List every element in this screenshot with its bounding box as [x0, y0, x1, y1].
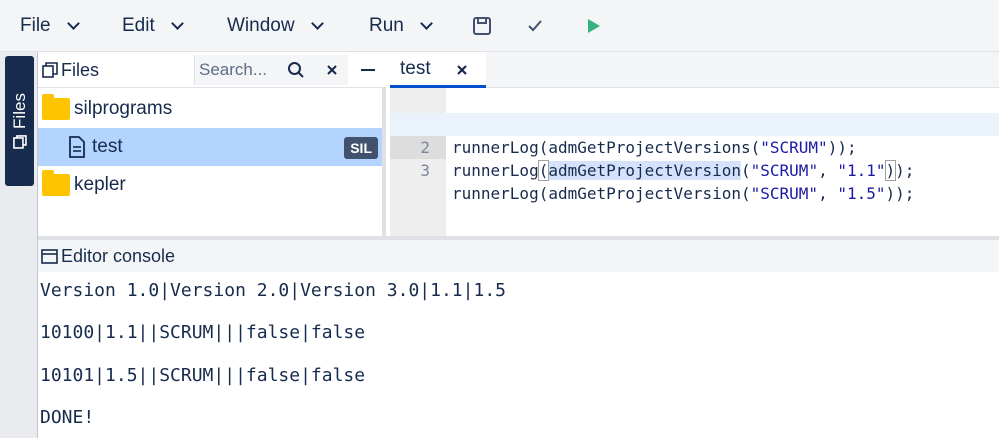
search-input[interactable] [199, 60, 285, 80]
tree-item-label: kepler [74, 174, 126, 195]
code-line-active[interactable]: 2 runnerLog(admGetProjectVersion("SCRUM"… [390, 113, 999, 181]
window-menu[interactable]: Window [227, 0, 324, 52]
clear-search-icon[interactable] [325, 63, 339, 77]
matching-bracket: ) [884, 160, 897, 181]
matching-bracket: ( [537, 160, 550, 181]
file-menu-label: File [20, 15, 51, 36]
code-token: , [818, 161, 838, 180]
console-output-line: DONE! [40, 407, 95, 428]
console-output-line: 10100|1.1||SCRUM|||false|false [40, 322, 366, 343]
file-type-badge: SIL [344, 137, 378, 159]
chevron-down-icon [419, 16, 433, 30]
folder-icon [42, 170, 70, 196]
string-token: "SCRUM" [750, 184, 819, 203]
file-icon [69, 136, 85, 158]
tree-item-folder[interactable]: kepler [38, 166, 382, 204]
run-menu[interactable]: Run [369, 0, 433, 52]
code-line[interactable]: 1 runnerLog(admGetProjectVersions("SCRUM… [390, 90, 999, 157]
console-header: Editor console [38, 240, 999, 272]
console-output-line: Version 1.0|Version 2.0|Version 3.0|1.1|… [40, 280, 506, 301]
code-token: ( [741, 161, 751, 180]
files-rail-label: Files [9, 93, 29, 129]
tab-label: test [400, 57, 431, 79]
files-panel-header: Files [38, 52, 386, 88]
save-button[interactable] [470, 14, 494, 38]
chevron-down-icon [310, 16, 324, 30]
menu-bar: File Edit Window Run [0, 0, 999, 52]
copy-icon [42, 62, 58, 78]
close-icon[interactable] [454, 62, 470, 78]
files-title-label: Files [61, 59, 100, 80]
code-token: runnerLog [452, 161, 539, 180]
tree-item-folder[interactable]: silprograms [38, 90, 382, 128]
editor-tab-bar: test [390, 52, 999, 88]
window-menu-label: Window [227, 15, 295, 36]
files-panel: Files silprograms test [38, 52, 386, 236]
edit-menu-label: Edit [122, 15, 155, 36]
code-line[interactable]: 3 runnerLog(admGetProjectVersion("SCRUM"… [390, 136, 999, 203]
chevron-down-icon [66, 16, 80, 30]
run-button[interactable] [581, 14, 605, 38]
code-text: runnerLog(admGetProjectVersion("SCRUM", … [452, 182, 914, 205]
files-panel-title: Files [42, 52, 99, 88]
code-token: runnerLog(admGetProjectVersion( [452, 184, 751, 203]
folder-icon [42, 94, 70, 120]
code-editor: test 1 runnerLog(admGetProjectVersions("… [390, 52, 999, 236]
minus-icon [361, 69, 375, 71]
line-number: 3 [420, 161, 430, 180]
code-token: , [818, 184, 838, 203]
code-token: )); [885, 184, 915, 203]
copy-icon [12, 135, 27, 149]
console-output-line: 10101|1.5||SCRUM|||false|false [40, 365, 366, 386]
files-rail-tab[interactable]: Files [5, 56, 34, 186]
editor-console: Editor console Version 1.0|Version 2.0|V… [38, 236, 999, 438]
code-text: runnerLog(admGetProjectVersion("SCRUM", … [452, 159, 914, 182]
code-token: ); [895, 161, 915, 180]
search-box [194, 55, 348, 85]
tree-item-file[interactable]: test SIL [38, 128, 382, 166]
tree-item-label: silprograms [74, 98, 173, 119]
tree-item-label: test [92, 136, 123, 157]
chevron-down-icon [170, 16, 184, 30]
string-token: "1.5" [837, 184, 886, 203]
search-icon[interactable] [287, 61, 305, 79]
highlighted-token: admGetProjectVersion [548, 161, 741, 180]
collapse-panel-button[interactable] [356, 60, 380, 80]
console-icon [41, 248, 58, 264]
save-icon [473, 17, 491, 35]
file-menu[interactable]: File [20, 0, 80, 52]
left-rail: Files [0, 52, 38, 438]
check-icon [528, 20, 542, 32]
console-title: Editor console [61, 245, 176, 266]
tab-test[interactable]: test [390, 52, 486, 88]
edit-menu[interactable]: Edit [122, 0, 184, 52]
play-icon [588, 19, 600, 33]
run-menu-label: Run [369, 15, 404, 36]
string-token: "1.1" [837, 161, 886, 180]
validate-button[interactable] [523, 14, 547, 38]
string-token: "SCRUM" [750, 161, 819, 180]
